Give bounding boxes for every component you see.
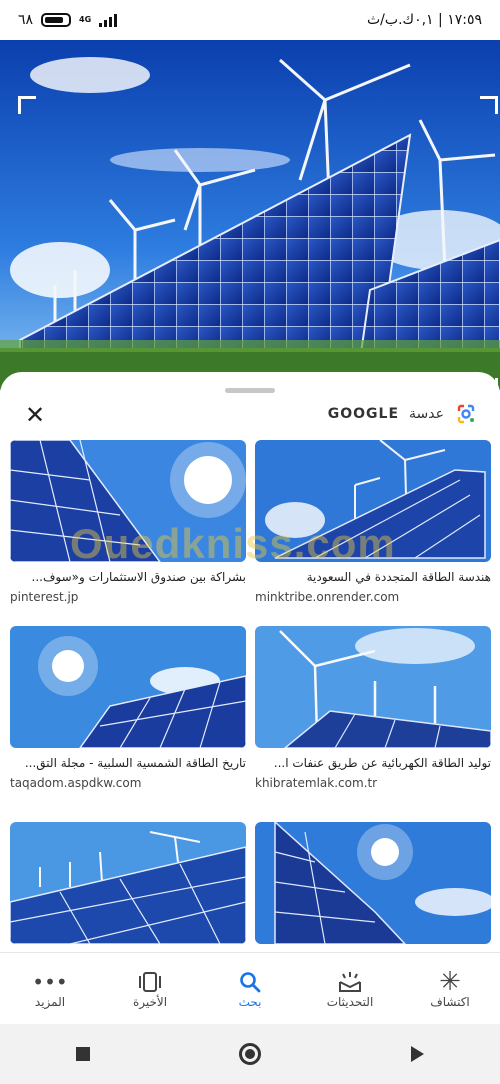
google-brand: GOOGLE [327, 406, 400, 422]
back-triangle-icon[interactable] [397, 1034, 437, 1074]
status-left: ٦٨ 4G [18, 12, 118, 28]
discover-asterisk-icon: ✳ [439, 966, 461, 997]
result-source[interactable]: khibratemlak.com.tr [255, 776, 491, 790]
result-image [255, 626, 491, 748]
result-image [10, 822, 246, 944]
hero-image[interactable] [0, 40, 500, 390]
close-button[interactable]: ✕ [18, 398, 52, 432]
lens-title: عدسة GOOGLE [328, 402, 478, 426]
home-circle-icon[interactable] [230, 1034, 270, 1074]
result-source[interactable]: taqadom.aspdkw.com [10, 776, 246, 790]
network-type: 4G [79, 15, 92, 24]
hero-solar-scene [0, 40, 500, 390]
nav-more[interactable]: ••• المزيد [5, 969, 95, 1009]
nav-discover-label: اكتشاف [430, 994, 470, 1009]
nav-search-label: بحث [238, 994, 262, 1009]
nav-recent[interactable]: الأخيرة [105, 969, 195, 1009]
battery-percent: ٦٨ [18, 12, 34, 28]
nav-search[interactable]: بحث [205, 969, 295, 1009]
google-lens-icon [457, 404, 475, 424]
signal-icon [99, 13, 118, 27]
search-icon [205, 969, 295, 995]
result-title[interactable]: بشراكة بين صندوق الاستثمارات و«سوف... [10, 570, 246, 584]
result-card[interactable]: تاريخ الطاقة الشمسية السلبية - مجلة التق… [10, 626, 246, 790]
status-bar: ٦٨ 4G ١٧:٥٩ | ٠,١ك.ب/ث [0, 0, 500, 40]
nav-recent-label: الأخيرة [132, 994, 168, 1009]
sheet-header: ✕ عدسة GOOGLE [0, 396, 500, 442]
recents-square-icon[interactable] [63, 1034, 103, 1074]
result-title[interactable]: تاريخ الطاقة الشمسية السلبية - مجلة التق… [10, 756, 246, 770]
nav-updates[interactable]: التحديثات [305, 969, 395, 1009]
result-title[interactable]: توليد الطاقة الكهربائية عن طريق عنفات ا.… [255, 756, 491, 770]
watermark: Ouedkniss.com [70, 520, 396, 567]
result-image [10, 626, 246, 748]
result-title[interactable]: هندسة الطاقة المتجددة في السعودية [255, 570, 491, 584]
recent-tabs-icon [105, 969, 195, 995]
result-image [255, 822, 491, 944]
battery-icon [41, 13, 72, 27]
status-time: ١٧:٥٩ | ٠,١ك.ب/ث [367, 12, 482, 28]
nav-discover[interactable]: ✳ اكتشاف [405, 966, 495, 1009]
result-card[interactable]: توليد الطاقة الكهربائية عن طريق عنفات ا.… [255, 626, 491, 790]
result-source[interactable]: minktribe.onrender.com [255, 590, 491, 604]
lens-label: عدسة [409, 406, 444, 422]
nav-updates-label: التحديثات [326, 994, 374, 1009]
result-card[interactable] [10, 822, 246, 944]
system-nav-bar [0, 1024, 500, 1084]
updates-icon [305, 969, 395, 995]
more-dots-icon: ••• [32, 969, 68, 994]
nav-more-label: المزيد [34, 994, 66, 1009]
result-source[interactable]: pinterest.jp [10, 590, 246, 604]
results-sheet: ✕ عدسة GOOGLE هندسة الطاقة المتجددة في ا… [0, 372, 500, 952]
result-card[interactable] [255, 822, 491, 944]
drag-handle[interactable] [225, 388, 275, 393]
bottom-nav: ••• المزيد الأخيرة بحث التحديثات ✳ اكتشا… [0, 952, 500, 1024]
